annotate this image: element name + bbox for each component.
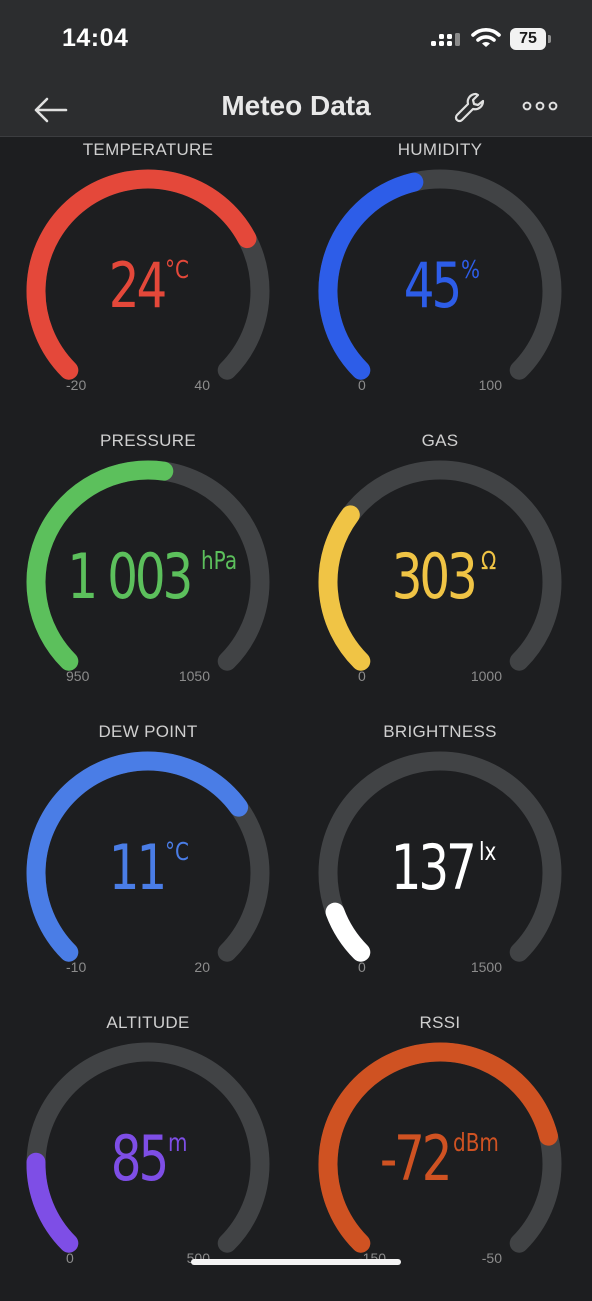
gauge-reading: 137 lx	[292, 831, 588, 904]
gauge-min: 0	[66, 1250, 74, 1266]
gauge-max: 1500	[470, 959, 502, 975]
status-time: 14:04	[62, 24, 129, 52]
gauge-unit: hPa	[201, 546, 238, 575]
gauge-min: 0	[358, 959, 366, 975]
gauge-unit: Ω	[480, 546, 496, 575]
gauge-unit: lx	[479, 837, 497, 866]
gauge-min: 950	[66, 668, 90, 684]
gauge-value: 137	[390, 831, 477, 904]
gauge-min: -20	[66, 377, 87, 393]
gauge-value: 11	[108, 831, 166, 904]
gauge-reading: 11°C	[0, 831, 296, 904]
gauge-label: TEMPERATURE	[82, 140, 214, 159]
gauge-reading: 24°C	[0, 249, 296, 322]
gauge-max: 40	[194, 377, 210, 393]
gauge-label: GAS	[421, 431, 459, 450]
battery-tip	[548, 35, 551, 43]
gauge-pressure: PRESSURE 1 003 hPa 950 1050	[0, 428, 296, 719]
gauge-min: 0	[358, 668, 366, 684]
cellular-signal-icon	[431, 33, 460, 46]
gauge-reading: 85m	[0, 1122, 296, 1195]
gauge-max: 1050	[178, 668, 210, 684]
gauge-unit: °C	[165, 255, 190, 284]
gauge-max: -50	[481, 1250, 502, 1266]
gauge-rssi: RSSI -72 dBm -150 -50	[292, 1010, 588, 1301]
gauge-grid: TEMPERATURE 24°C -20 40 HUMIDITY 45% 0 100 PRE…	[0, 137, 592, 1280]
gauge-unit: °C	[165, 837, 190, 866]
gauge-label: DEW POINT	[98, 722, 198, 741]
gauge-value: -72	[379, 1122, 452, 1195]
gauge-dew-point: DEW POINT 11°C -10 20	[0, 719, 296, 1010]
gauge-reading: 303 Ω	[292, 540, 588, 613]
app-bar: Meteo Data	[0, 84, 592, 137]
gauge-unit: m	[168, 1128, 188, 1157]
gauge-value: 24	[108, 249, 166, 322]
home-indicator	[191, 1259, 401, 1265]
gauge-brightness: BRIGHTNESS 137 lx 0 1500	[292, 719, 588, 1010]
battery-icon: 75	[510, 28, 546, 50]
more-icon[interactable]	[520, 94, 560, 118]
gauge-label: RSSI	[419, 1013, 461, 1032]
gauge-reading: -72 dBm	[292, 1122, 588, 1195]
page-title: Meteo Data	[221, 90, 371, 121]
gauge-reading: 45%	[292, 249, 588, 322]
gauge-label: HUMIDITY	[397, 140, 483, 159]
gauge-label: BRIGHTNESS	[383, 722, 497, 741]
gauge-min: -10	[66, 959, 87, 975]
gauge-min: 0	[358, 377, 366, 393]
gauge-value: 85	[111, 1122, 169, 1195]
gauge-max: 100	[478, 377, 502, 393]
gauge-label: ALTITUDE	[106, 1013, 190, 1032]
status-bar: 14:04 75	[0, 0, 592, 84]
gauge-unit: %	[460, 255, 480, 284]
gauge-temperature: TEMPERATURE 24°C -20 40	[0, 137, 296, 428]
gauge-value: 303	[391, 540, 478, 613]
wifi-icon	[471, 28, 501, 47]
gauge-fill	[325, 902, 371, 962]
gauge-max: 1000	[470, 668, 502, 684]
gauge-humidity: HUMIDITY 45% 0 100	[292, 137, 588, 428]
gauge-gas: GAS 303 Ω 0 1000	[292, 428, 588, 719]
gauge-value: 1 003	[67, 540, 193, 613]
gauge-altitude: ALTITUDE 85m 0 500	[0, 1010, 296, 1301]
gauge-unit: dBm	[452, 1128, 499, 1157]
gauge-value: 45	[403, 249, 461, 322]
gauge-label: PRESSURE	[100, 431, 196, 450]
gauge-reading: 1 003 hPa	[0, 540, 296, 613]
gauge-max: 20	[194, 959, 210, 975]
wrench-icon[interactable]	[452, 88, 492, 128]
